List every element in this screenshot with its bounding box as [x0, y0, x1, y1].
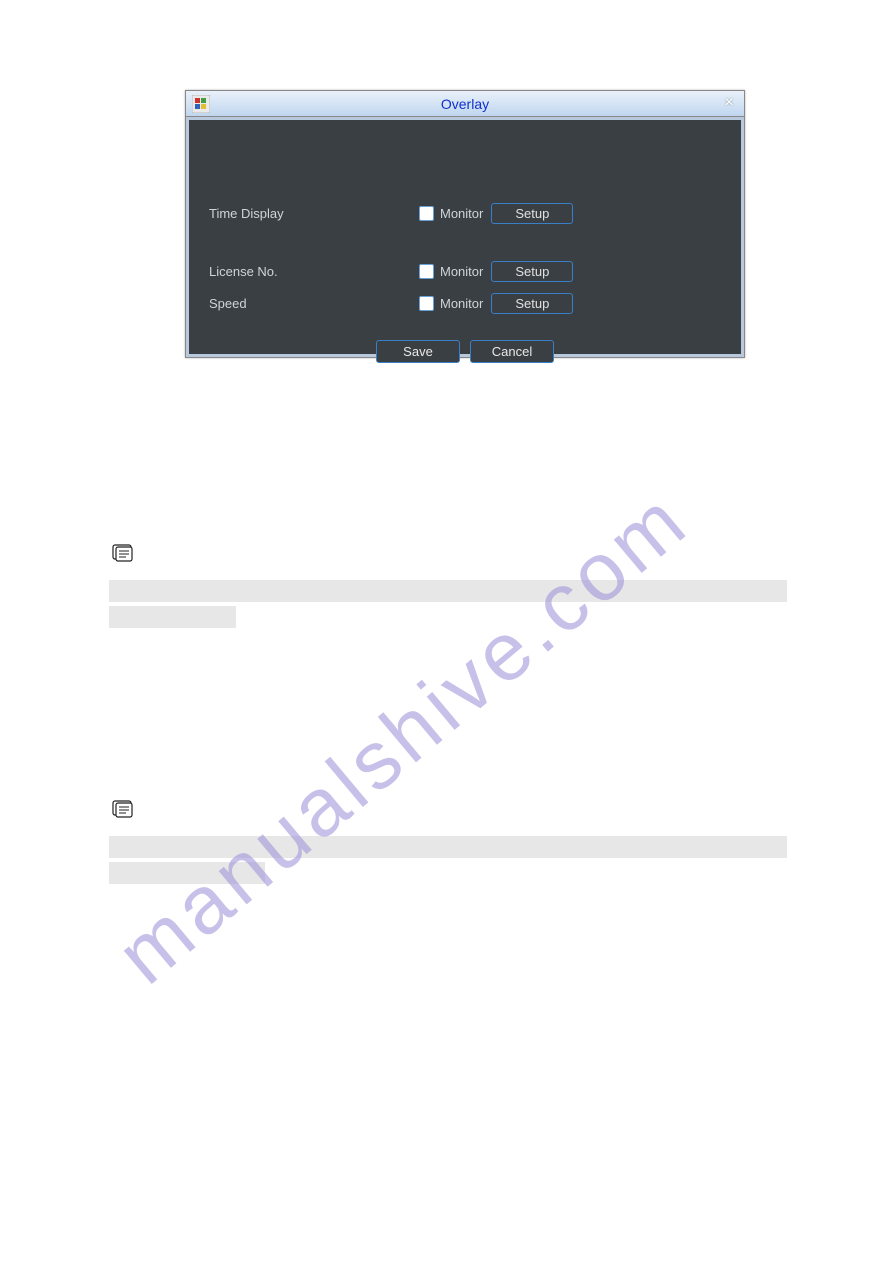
setup-button-license-no[interactable]: Setup [491, 261, 573, 282]
text-bar [109, 606, 236, 628]
label-time-display: Time Display [209, 206, 419, 221]
text-bar [109, 836, 787, 858]
watermark-text: manualshive.com [100, 473, 707, 1003]
checkbox-speed[interactable] [419, 296, 434, 311]
row-speed: Speed Monitor Setup [209, 290, 721, 316]
note-icon [112, 544, 134, 562]
save-button[interactable]: Save [376, 340, 460, 363]
dialog-title: Overlay [441, 96, 489, 112]
label-speed: Speed [209, 296, 419, 311]
monitor-label: Monitor [440, 296, 483, 311]
app-icon [192, 95, 210, 113]
overlay-dialog: Overlay × Time Display Monitor Setup Lic… [185, 90, 745, 358]
setup-button-time-display[interactable]: Setup [491, 203, 573, 224]
monitor-label: Monitor [440, 206, 483, 221]
checkbox-license-no[interactable] [419, 264, 434, 279]
text-bar [109, 862, 265, 884]
dialog-body: Time Display Monitor Setup License No. M… [186, 117, 744, 357]
monitor-label: Monitor [440, 264, 483, 279]
setup-button-speed[interactable]: Setup [491, 293, 573, 314]
note-icon [112, 800, 134, 818]
titlebar: Overlay × [186, 91, 744, 117]
text-bar [109, 580, 787, 602]
button-row: Save Cancel [209, 340, 721, 363]
row-time-display: Time Display Monitor Setup [209, 200, 721, 226]
checkbox-time-display[interactable] [419, 206, 434, 221]
row-license-no: License No. Monitor Setup [209, 258, 721, 284]
close-icon[interactable]: × [720, 95, 738, 113]
label-license-no: License No. [209, 264, 419, 279]
cancel-button[interactable]: Cancel [470, 340, 554, 363]
